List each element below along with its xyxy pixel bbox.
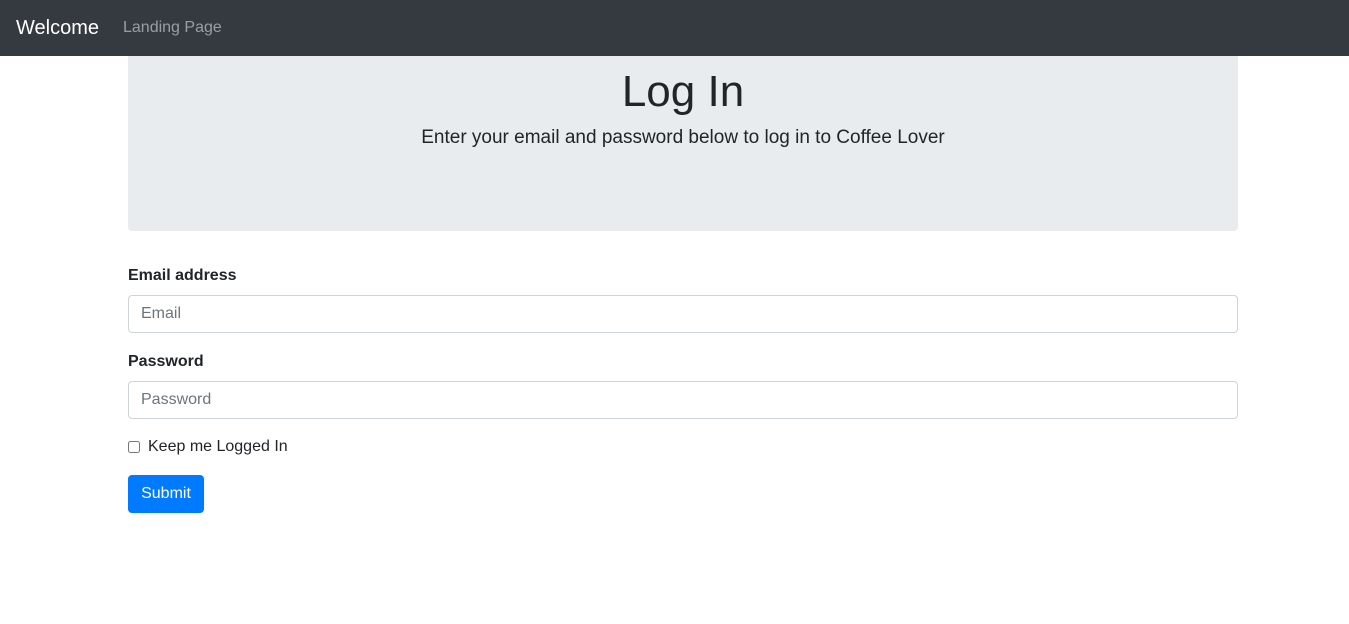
top-navbar: Welcome Landing Page	[0, 0, 1349, 56]
keep-logged-in-label[interactable]: Keep me Logged In	[148, 437, 288, 457]
navbar-brand[interactable]: Welcome	[16, 14, 99, 42]
email-label: Email address	[128, 267, 237, 284]
page-subtitle: Enter your email and password below to l…	[421, 127, 945, 148]
submit-button[interactable]: Submit	[128, 475, 204, 513]
page-title: Log In	[621, 67, 745, 116]
password-field[interactable]	[128, 381, 1238, 419]
login-header-banner: Log In Enter your email and password bel…	[128, 56, 1238, 231]
email-field[interactable]	[128, 295, 1238, 333]
nav-link-landing-page[interactable]: Landing Page	[123, 18, 222, 38]
password-label: Password	[128, 353, 204, 370]
keep-logged-in-group: Keep me Logged In	[128, 437, 288, 457]
keep-logged-in-checkbox[interactable]	[128, 441, 140, 453]
